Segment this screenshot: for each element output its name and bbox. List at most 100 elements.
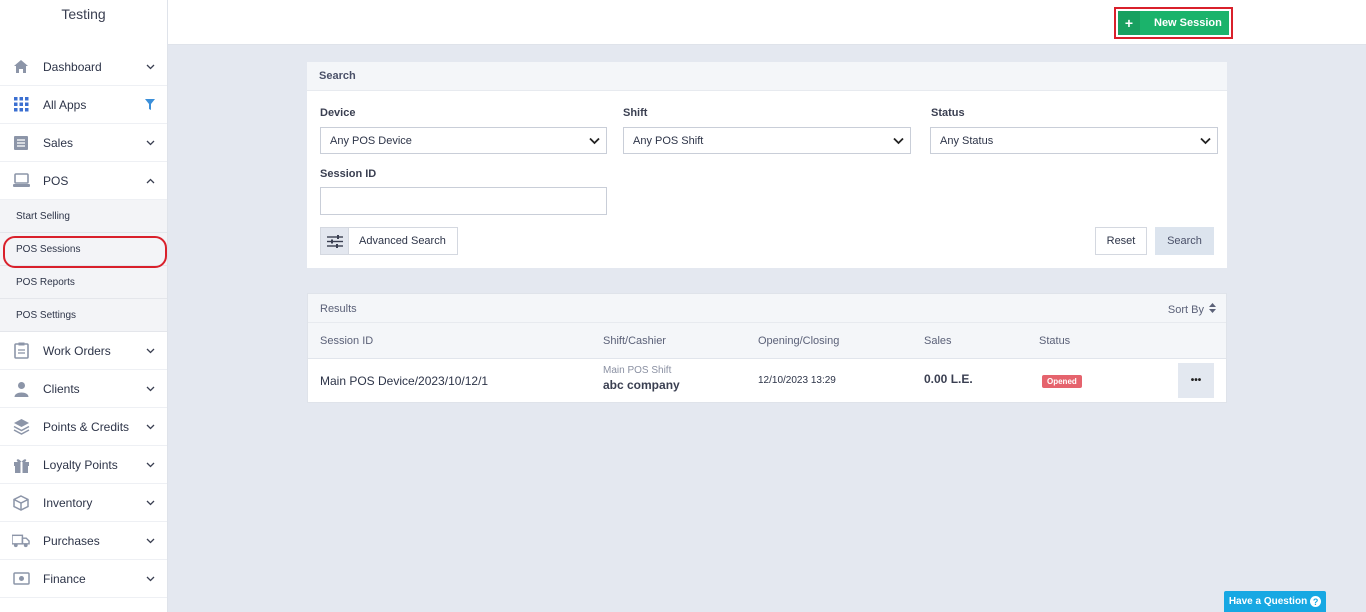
- more-actions-button[interactable]: •••: [1178, 363, 1214, 398]
- row-sales: 0.00 L.E.: [924, 372, 973, 386]
- sort-by-label: Sort By: [1167, 303, 1204, 316]
- chevron-down-icon: [1200, 136, 1211, 148]
- have-a-question-button[interactable]: Have a Question ?: [1224, 591, 1326, 612]
- row-opening: 12/10/2023 13:29: [758, 375, 836, 386]
- sidebar-item-label: Sales: [43, 135, 74, 150]
- chevron-down-icon: [589, 136, 600, 148]
- session-id-label: Session ID: [320, 168, 377, 180]
- sidebar-item-label: Inventory: [43, 495, 93, 510]
- sidebar-subitem-pos-sessions[interactable]: POS Sessions: [0, 233, 167, 268]
- search-panel: Search Device Any POS Device Shift Any P…: [307, 62, 1227, 268]
- sidebar-item-dashboard[interactable]: Dashboard: [0, 48, 167, 86]
- column-opening-closing: Opening/Closing: [758, 335, 840, 347]
- question-icon: ?: [1310, 596, 1322, 607]
- search-panel-title: Search: [307, 62, 1227, 91]
- chevron-down-icon: [145, 574, 155, 584]
- row-shift: Main POS Shift: [603, 365, 672, 376]
- sidebar-item-label: Points & Credits: [43, 419, 130, 434]
- sort-icon: [1209, 303, 1216, 316]
- sort-by-button[interactable]: Sort By: [1168, 303, 1216, 316]
- new-session-button[interactable]: + New Session: [1118, 11, 1229, 35]
- new-session-label: New Session: [1154, 17, 1222, 29]
- sidebar-item-label: All Apps: [43, 97, 87, 112]
- column-session-id: Session ID: [320, 335, 374, 347]
- sidebar-item-label: Purchases: [43, 533, 100, 548]
- filter-icon[interactable]: [145, 99, 155, 110]
- truck-icon: [12, 532, 30, 550]
- sidebar-item-purchases[interactable]: Purchases: [0, 522, 167, 560]
- layers-icon: [12, 418, 30, 436]
- table-header: Session ID Shift/Cashier Opening/Closing…: [308, 323, 1226, 359]
- results-title: Results: [320, 303, 357, 315]
- brand-name: Testing: [61, 6, 106, 22]
- sidebar-subitem-pos-reports[interactable]: POS Reports: [0, 266, 167, 299]
- sidebar-subitem-start-selling[interactable]: Start Selling: [0, 200, 167, 233]
- sidebar-item-all-apps[interactable]: All Apps: [0, 86, 167, 124]
- shift-select-value: Any POS Shift: [633, 134, 704, 147]
- sidebar-item-points-credits[interactable]: Points & Credits: [0, 408, 167, 446]
- chevron-down-icon: [145, 346, 155, 356]
- sidebar-item-finance[interactable]: Finance: [0, 560, 167, 598]
- advanced-search-button[interactable]: Advanced Search: [320, 227, 458, 255]
- search-button[interactable]: Search: [1155, 227, 1214, 255]
- status-select-value: Any Status: [940, 134, 994, 147]
- session-id-input[interactable]: [320, 187, 607, 215]
- shift-label: Shift: [623, 107, 648, 119]
- device-label: Device: [320, 107, 356, 119]
- chevron-down-icon: [893, 136, 904, 148]
- row-session-id[interactable]: Main POS Device/2023/10/12/1: [320, 374, 488, 388]
- sidebar-item-work-orders[interactable]: Work Orders: [0, 332, 167, 370]
- shift-select[interactable]: Any POS Shift: [623, 127, 911, 154]
- sidebar-item-loyalty-points[interactable]: Loyalty Points: [0, 446, 167, 484]
- chevron-down-icon: [145, 138, 155, 148]
- chevron-down-icon: [145, 422, 155, 432]
- pos-icon: [12, 172, 30, 190]
- more-icon: •••: [1190, 375, 1202, 386]
- home-icon: [12, 58, 30, 76]
- sidebar-item-label: Loyalty Points: [43, 457, 118, 472]
- new-session-highlight: + New Session: [1114, 7, 1233, 39]
- clipboard-icon: [12, 342, 30, 360]
- chevron-down-icon: [145, 460, 155, 470]
- sidebar-item-label: Work Orders: [43, 343, 111, 358]
- advanced-search-label: Advanced Search: [359, 235, 446, 247]
- sidebar-item-label: POS: [43, 173, 69, 188]
- table-row[interactable]: Main POS Device/2023/10/12/1 Main POS Sh…: [308, 359, 1226, 402]
- column-shift-cashier: Shift/Cashier: [603, 335, 666, 347]
- chevron-up-icon: [145, 176, 155, 186]
- sliders-icon: [321, 228, 349, 254]
- plus-icon: +: [1118, 11, 1140, 35]
- results-panel: Results Sort By Session ID Shift/Cashier…: [307, 293, 1227, 403]
- sidebar-item-pos[interactable]: POS: [0, 162, 167, 200]
- reset-button[interactable]: Reset: [1095, 227, 1147, 255]
- user-icon: [12, 380, 30, 398]
- status-label: Status: [931, 107, 965, 119]
- sidebar: Testing Dashboard All Apps Sales POS Sta…: [0, 0, 168, 612]
- column-status: Status: [1039, 335, 1071, 347]
- gift-icon: [12, 456, 30, 474]
- sidebar-subitem-pos-settings[interactable]: POS Settings: [0, 299, 167, 332]
- chevron-down-icon: [145, 536, 155, 546]
- topbar: + New Session: [168, 0, 1366, 45]
- status-select[interactable]: Any Status: [930, 127, 1218, 154]
- chevron-down-icon: [145, 498, 155, 508]
- money-icon: [12, 570, 30, 588]
- sales-icon: [12, 134, 30, 152]
- box-icon: [12, 494, 30, 512]
- chevron-down-icon: [145, 62, 155, 72]
- chevron-down-icon: [145, 384, 155, 394]
- sidebar-item-label: Dashboard: [43, 59, 102, 74]
- pos-submenu: Start Selling POS Sessions POS Reports P…: [0, 200, 167, 332]
- status-badge: Opened: [1042, 375, 1082, 388]
- device-select-value: Any POS Device: [330, 134, 412, 147]
- sidebar-item-sales[interactable]: Sales: [0, 124, 167, 162]
- device-select[interactable]: Any POS Device: [320, 127, 607, 154]
- sidebar-item-inventory[interactable]: Inventory: [0, 484, 167, 522]
- grid-icon: [12, 96, 30, 114]
- sidebar-item-clients[interactable]: Clients: [0, 370, 167, 408]
- sidebar-item-label: Clients: [43, 381, 80, 396]
- row-cashier: abc company: [603, 378, 680, 392]
- results-header: Results Sort By: [308, 294, 1226, 323]
- have-a-question-label: Have a Question: [1228, 596, 1308, 607]
- column-sales: Sales: [924, 335, 952, 347]
